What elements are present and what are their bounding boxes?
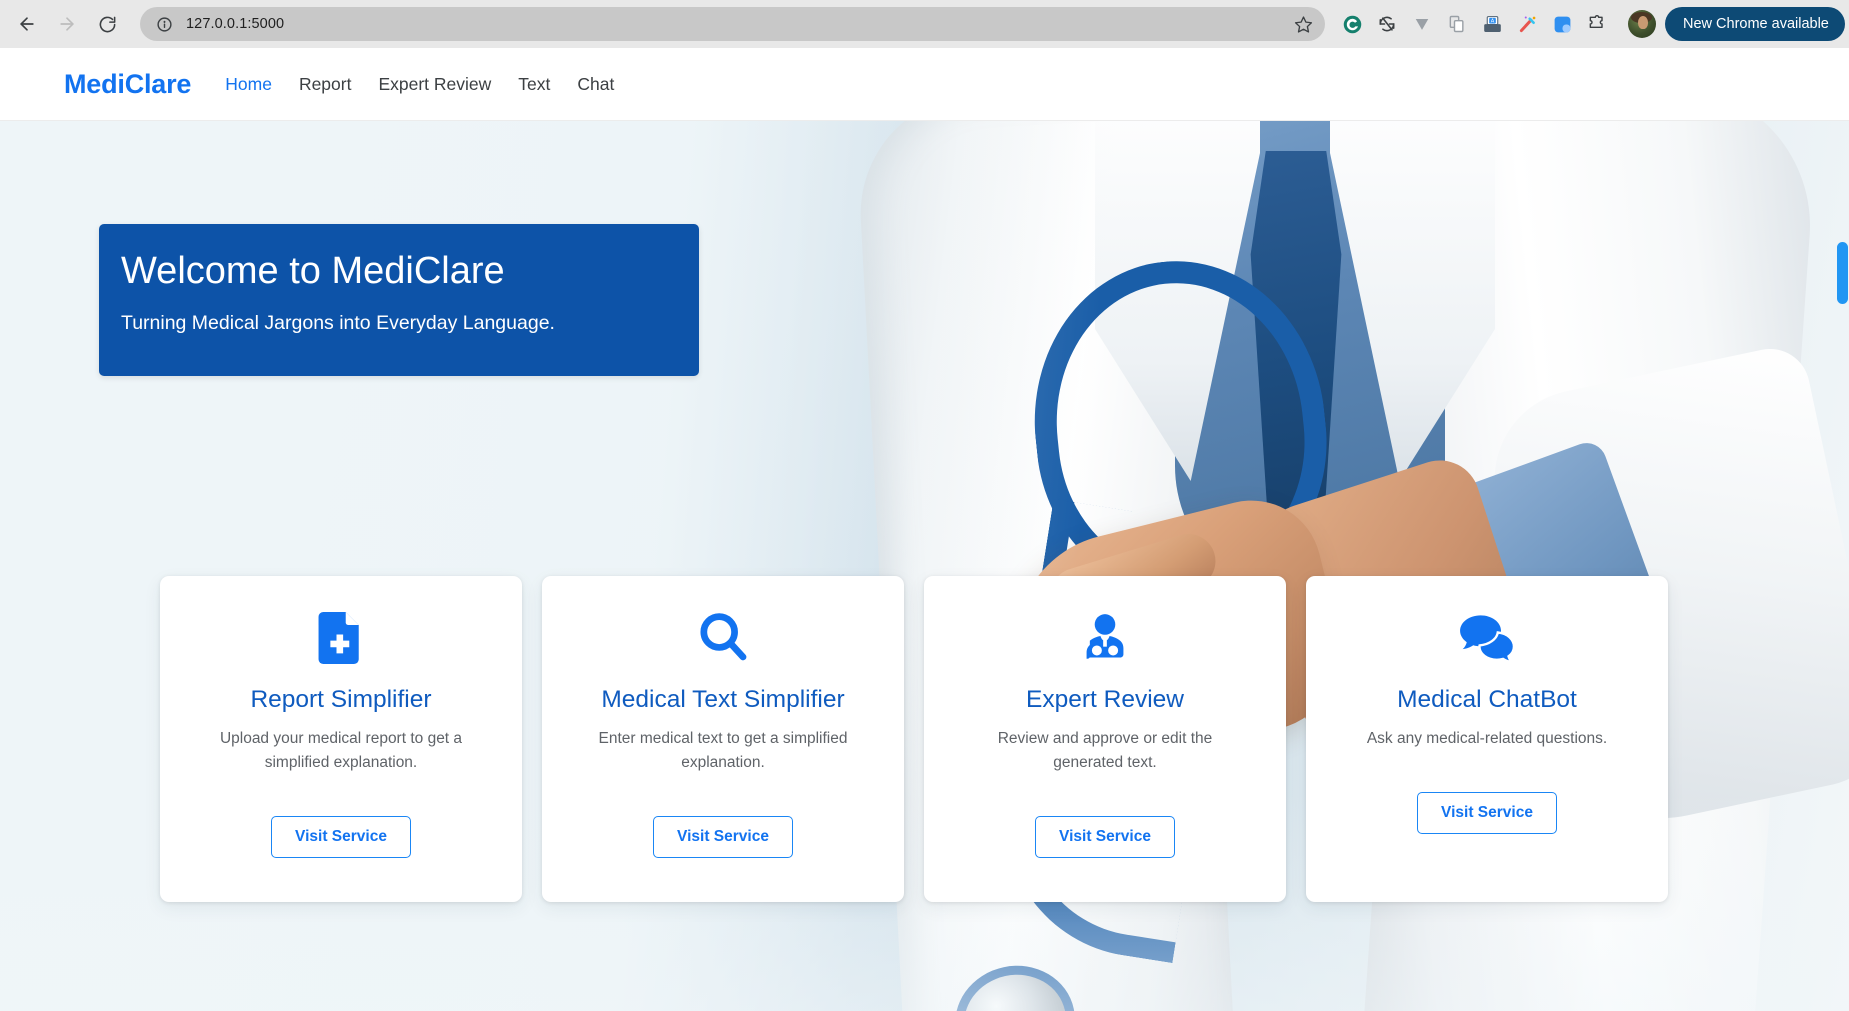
nav-link-home[interactable]: Home — [225, 74, 272, 95]
back-arrow-icon[interactable] — [8, 5, 46, 43]
card-description: Ask any medical-related questions. — [1366, 730, 1608, 747]
profile-avatar[interactable] — [1628, 10, 1656, 38]
chrome-update-button[interactable]: New Chrome available — [1665, 7, 1845, 41]
hero-title: Welcome to MediClare — [121, 250, 505, 292]
service-cards: Report Simplifier Upload your medical re… — [160, 576, 1690, 902]
sync-extension-icon[interactable] — [1370, 7, 1404, 41]
onedrive-extension-icon[interactable] — [1545, 7, 1579, 41]
search-icon — [698, 612, 748, 664]
file-medical-icon — [318, 612, 364, 664]
nav-links: Home Report Expert Review Text Chat — [225, 74, 614, 95]
nav-link-chat[interactable]: Chat — [577, 74, 614, 95]
address-bar-url[interactable]: 127.0.0.1:5000 — [186, 16, 284, 32]
card-medical-text-simplifier[interactable]: Medical Text Simplifier Enter medical te… — [542, 576, 904, 902]
visit-service-button[interactable]: Visit Service — [653, 816, 793, 858]
nav-link-text[interactable]: Text — [518, 74, 550, 95]
card-description: Upload your medical report to get a simp… — [219, 730, 463, 771]
card-description: Review and approve or edit the generated… — [997, 730, 1213, 771]
forward-arrow-icon[interactable] — [48, 5, 86, 43]
page-content: Welcome to MediClare Turning Medical Jar… — [0, 121, 1849, 1011]
browser-toolbar: 127.0.0.1:5000 A New Chrome available — [0, 0, 1849, 48]
extensions-puzzle-icon[interactable] — [1580, 7, 1614, 41]
card-description: Enter medical text to get a simplified e… — [598, 730, 848, 771]
address-bar[interactable]: 127.0.0.1:5000 — [140, 7, 1325, 41]
visit-service-button[interactable]: Visit Service — [1035, 816, 1175, 858]
brand-logo[interactable]: MediClare — [64, 69, 191, 100]
reload-icon[interactable] — [88, 5, 126, 43]
grammarly-extension-icon[interactable] — [1335, 7, 1369, 41]
hero-subtitle: Turning Medical Jargons into Everyday La… — [121, 311, 555, 334]
magic-wand-extension-icon[interactable] — [1510, 7, 1544, 41]
site-navbar: MediClare Home Report Expert Review Text… — [0, 48, 1849, 121]
hero-banner: Welcome to MediClare Turning Medical Jar… — [99, 224, 699, 376]
card-expert-review[interactable]: Expert Review Review and approve or edit… — [924, 576, 1286, 902]
card-title: Report Simplifier — [250, 686, 432, 713]
doctor-stethoscope-icon — [1079, 612, 1131, 664]
navigation-buttons — [8, 5, 126, 43]
site-info-icon[interactable] — [154, 14, 174, 34]
card-title: Expert Review — [1026, 686, 1184, 713]
scrollbar-thumb[interactable] — [1837, 242, 1848, 304]
nav-link-report[interactable]: Report — [299, 74, 352, 95]
chat-bubbles-icon — [1459, 612, 1515, 664]
card-title: Medical ChatBot — [1397, 686, 1577, 713]
star-icon[interactable] — [1291, 12, 1315, 36]
svg-text:A: A — [1490, 18, 1494, 24]
visit-service-button[interactable]: Visit Service — [271, 816, 411, 858]
card-medical-chatbot[interactable]: Medical ChatBot Ask any medical-related … — [1306, 576, 1668, 902]
card-title: Medical Text Simplifier — [601, 686, 845, 713]
vimeo-record-extension-icon[interactable] — [1405, 7, 1439, 41]
clipboard-extension-icon[interactable] — [1440, 7, 1474, 41]
extension-icons: A — [1335, 7, 1614, 41]
nav-link-expert-review[interactable]: Expert Review — [378, 74, 491, 95]
scanner-app-icon[interactable]: A — [1475, 7, 1509, 41]
page-scrollbar[interactable] — [1836, 242, 1849, 1011]
visit-service-button[interactable]: Visit Service — [1417, 792, 1557, 834]
card-report-simplifier[interactable]: Report Simplifier Upload your medical re… — [160, 576, 522, 902]
